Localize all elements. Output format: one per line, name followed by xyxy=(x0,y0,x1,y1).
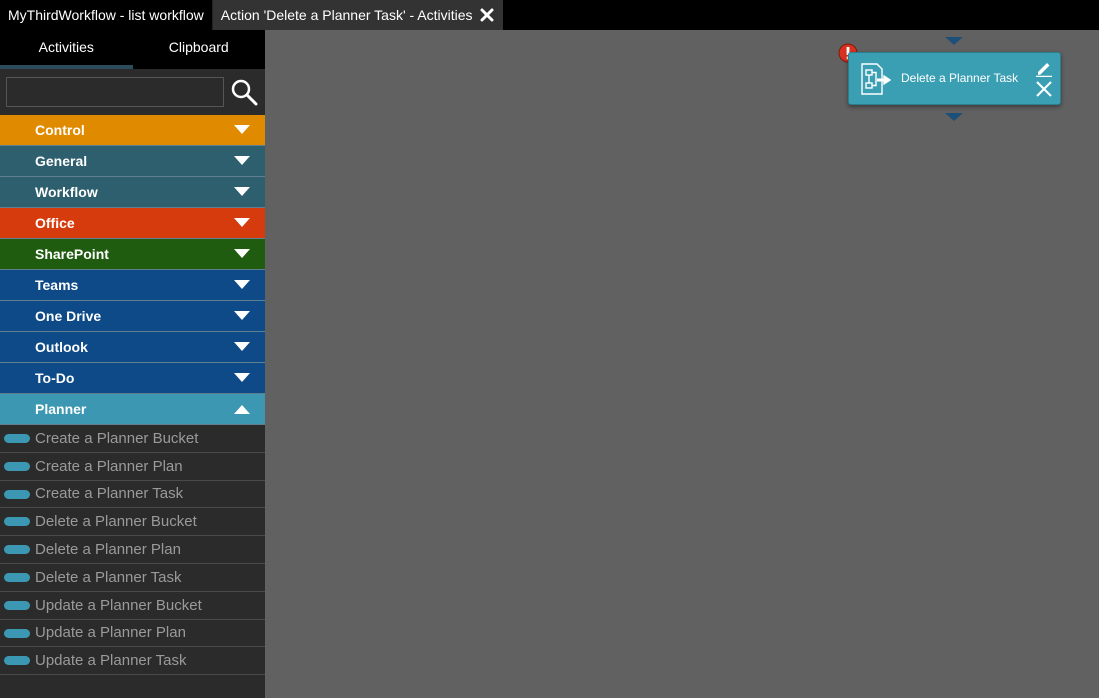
activity-drag-handle-icon[interactable] xyxy=(4,461,30,471)
tab-label: MyThirdWorkflow - list workflow xyxy=(8,7,204,23)
connector-in-arrow[interactable] xyxy=(945,37,963,45)
tab-list-workflow[interactable]: MyThirdWorkflow - list workflow xyxy=(0,0,212,30)
activity-item[interactable]: Delete a Planner Bucket xyxy=(0,508,265,537)
activity-label: Update a Planner Task xyxy=(35,652,187,670)
category-general[interactable]: General xyxy=(0,146,265,177)
action-node-delete-planner-task[interactable]: Delete a Planner Task xyxy=(848,52,1061,105)
activity-drag-handle-icon[interactable] xyxy=(4,656,30,666)
category-one-drive[interactable]: One Drive xyxy=(0,301,265,332)
activity-item[interactable]: Update a Planner Task xyxy=(0,647,265,676)
chevron-down-icon[interactable] xyxy=(234,249,250,259)
chevron-down-icon[interactable] xyxy=(234,218,250,228)
activity-drag-handle-icon[interactable] xyxy=(4,628,30,638)
node-label: Delete a Planner Task xyxy=(901,71,1019,85)
tab-clipboard[interactable]: Clipboard xyxy=(132,30,266,69)
activity-item[interactable]: Delete a Planner Task xyxy=(0,564,265,592)
category-label: General xyxy=(35,153,88,169)
category-label: Workflow xyxy=(35,184,98,200)
activity-label: Delete a Planner Task xyxy=(35,568,182,586)
activity-drag-handle-icon[interactable] xyxy=(4,545,30,555)
category-label: SharePoint xyxy=(35,246,109,262)
search-input[interactable] xyxy=(6,77,224,107)
category-teams[interactable]: Teams xyxy=(0,270,265,301)
close-tab-icon[interactable] xyxy=(479,7,495,23)
category-label: Outlook xyxy=(35,339,88,355)
category-sharepoint[interactable]: SharePoint xyxy=(0,239,265,270)
tab-action-activities[interactable]: Action 'Delete a Planner Task' - Activit… xyxy=(211,0,503,30)
activity-drag-handle-icon[interactable] xyxy=(4,517,30,527)
chevron-down-icon[interactable] xyxy=(234,311,250,321)
activities-sidebar: Activities Clipboard Control General Workf… xyxy=(0,30,265,698)
chevron-down-icon[interactable] xyxy=(234,342,250,352)
category-planner[interactable]: Planner xyxy=(0,394,265,425)
category-workflow[interactable]: Workflow xyxy=(0,177,265,208)
chevron-down-icon[interactable] xyxy=(234,125,250,135)
document-tab-bar: MyThirdWorkflow - list workflow Action '… xyxy=(0,0,1099,30)
workflow-action-icon xyxy=(857,61,893,97)
activity-item[interactable]: Update a Planner Bucket xyxy=(0,592,265,620)
connector-out-arrow[interactable] xyxy=(945,113,963,121)
activity-item[interactable]: Create a Planner Task xyxy=(0,481,265,509)
category-office[interactable]: Office xyxy=(0,208,265,239)
search-row xyxy=(0,69,265,115)
chevron-down-icon[interactable] xyxy=(234,156,250,166)
chevron-down-icon[interactable] xyxy=(234,373,250,383)
chevron-down-icon[interactable] xyxy=(234,187,250,197)
delete-x-icon[interactable] xyxy=(1035,80,1053,98)
category-to-do[interactable]: To-Do xyxy=(0,363,265,394)
category-outlook[interactable]: Outlook xyxy=(0,332,265,363)
activity-label: Create a Planner Task xyxy=(35,485,184,503)
activity-drag-handle-icon[interactable] xyxy=(4,434,30,443)
activity-item[interactable]: Delete a Planner Plan xyxy=(0,536,265,564)
activity-label: Update a Planner Plan xyxy=(35,624,186,642)
category-label: One Drive xyxy=(35,308,102,324)
activity-item[interactable]: Create a Planner Plan xyxy=(0,453,265,481)
edit-pencil-icon[interactable] xyxy=(1035,59,1053,78)
chevron-down-icon[interactable] xyxy=(234,280,250,290)
category-label: Office xyxy=(35,215,75,231)
activity-drag-handle-icon[interactable] xyxy=(4,489,30,499)
category-control[interactable]: Control xyxy=(0,115,265,146)
workflow-canvas[interactable]: Delete a Planner Task xyxy=(265,30,1099,698)
activity-drag-handle-icon[interactable] xyxy=(4,572,30,582)
activity-label: Delete a Planner Bucket xyxy=(35,513,197,531)
sidebar-tabs: Activities Clipboard xyxy=(0,30,265,69)
category-label: Control xyxy=(35,122,85,138)
activity-drag-handle-icon[interactable] xyxy=(4,600,30,610)
tab-activities[interactable]: Activities xyxy=(0,30,133,69)
chevron-up-icon[interactable] xyxy=(234,404,250,414)
category-label: Teams xyxy=(35,277,79,293)
category-list: Control General Workflow Office SharePoint Te… xyxy=(0,115,265,676)
activity-label: Delete a Planner Plan xyxy=(35,541,181,559)
activity-label: Create a Planner Plan xyxy=(35,457,183,475)
category-label: To-Do xyxy=(35,370,75,386)
activity-label: Update a Planner Bucket xyxy=(35,596,202,614)
activity-item[interactable]: Update a Planner Plan xyxy=(0,620,265,648)
activity-item[interactable]: Create a Planner Bucket xyxy=(0,425,265,453)
tab-label: Action 'Delete a Planner Task' - Activit… xyxy=(220,7,473,23)
activity-label: Create a Planner Bucket xyxy=(35,429,199,447)
search-icon[interactable] xyxy=(230,78,258,106)
category-label: Planner xyxy=(35,401,87,417)
